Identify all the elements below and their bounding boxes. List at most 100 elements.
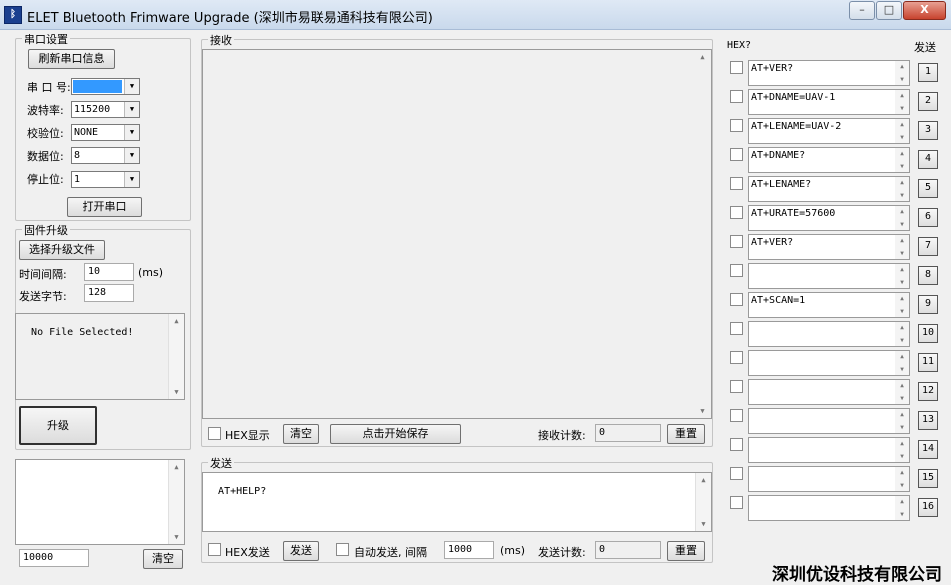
hex-send-checkbox[interactable] (208, 543, 221, 556)
scroll-down-icon[interactable]: ▼ (895, 424, 909, 431)
open-port-button[interactable]: 打开串口 (67, 197, 142, 217)
scroll-up-icon[interactable]: ▲ (696, 473, 711, 487)
scroll-up-icon[interactable]: ▲ (895, 179, 909, 186)
scroll-down-icon[interactable]: ▼ (895, 337, 909, 344)
command-send-button[interactable]: 11 (918, 353, 938, 372)
scroll-down-icon[interactable]: ▼ (895, 76, 909, 83)
command-input[interactable]: ▲ ▼ (748, 321, 910, 347)
command-send-button[interactable]: 9 (918, 295, 938, 314)
scroll-up-icon[interactable]: ▲ (895, 440, 909, 447)
command-scrollbar[interactable]: ▲ ▼ (895, 293, 909, 317)
command-hex-checkbox[interactable] (730, 264, 743, 277)
scroll-down-icon[interactable]: ▼ (695, 404, 710, 418)
command-hex-checkbox[interactable] (730, 351, 743, 364)
command-hex-checkbox[interactable] (730, 380, 743, 393)
command-scrollbar[interactable]: ▲ ▼ (895, 264, 909, 288)
command-scrollbar[interactable]: ▲ ▼ (895, 119, 909, 143)
scroll-down-icon[interactable]: ▼ (895, 250, 909, 257)
scroll-up-icon[interactable]: ▲ (895, 382, 909, 389)
command-hex-checkbox[interactable] (730, 467, 743, 480)
hex-display-checkbox[interactable] (208, 427, 221, 440)
send-text-area[interactable]: AT+HELP? ▲ ▼ (202, 472, 712, 532)
command-scrollbar[interactable]: ▲ ▼ (895, 409, 909, 433)
port-select[interactable]: ▼ (71, 78, 140, 95)
command-send-button[interactable]: 1 (918, 63, 938, 82)
command-hex-checkbox[interactable] (730, 496, 743, 509)
command-scrollbar[interactable]: ▲ ▼ (895, 496, 909, 520)
command-scrollbar[interactable]: ▲ ▼ (895, 148, 909, 172)
command-hex-checkbox[interactable] (730, 61, 743, 74)
scroll-up-icon[interactable]: ▲ (895, 411, 909, 418)
command-hex-checkbox[interactable] (730, 322, 743, 335)
file-status-scrollbar[interactable]: ▲ ▼ (168, 314, 184, 399)
send-scrollbar[interactable]: ▲ ▼ (695, 473, 711, 531)
command-hex-checkbox[interactable] (730, 177, 743, 190)
command-send-button[interactable]: 8 (918, 266, 938, 285)
scroll-up-icon[interactable]: ▲ (895, 92, 909, 99)
close-button[interactable]: X (903, 1, 946, 20)
scroll-up-icon[interactable]: ▲ (695, 50, 710, 64)
scroll-down-icon[interactable]: ▼ (895, 279, 909, 286)
command-send-button[interactable]: 16 (918, 498, 938, 517)
scroll-down-icon[interactable]: ▼ (169, 385, 184, 399)
command-send-button[interactable]: 4 (918, 150, 938, 169)
interval-input[interactable]: 10 (84, 263, 134, 281)
scroll-up-icon[interactable]: ▲ (895, 295, 909, 302)
command-input[interactable]: ▲ ▼ (748, 495, 910, 521)
log-counter-input[interactable]: 10000 (19, 549, 89, 567)
command-scrollbar[interactable]: ▲ ▼ (895, 206, 909, 230)
command-input[interactable]: AT+DNAME=UAV-1 ▲ ▼ (748, 89, 910, 115)
command-scrollbar[interactable]: ▲ ▼ (895, 177, 909, 201)
command-input[interactable]: AT+VER? ▲ ▼ (748, 60, 910, 86)
scroll-down-icon[interactable]: ▼ (895, 163, 909, 170)
scroll-up-icon[interactable]: ▲ (895, 150, 909, 157)
scroll-up-icon[interactable]: ▲ (895, 469, 909, 476)
command-scrollbar[interactable]: ▲ ▼ (895, 61, 909, 85)
command-send-button[interactable]: 12 (918, 382, 938, 401)
command-input[interactable]: ▲ ▼ (748, 408, 910, 434)
scroll-down-icon[interactable]: ▼ (895, 192, 909, 199)
command-scrollbar[interactable]: ▲ ▼ (895, 467, 909, 491)
receive-clear-button[interactable]: 清空 (283, 424, 319, 444)
chevron-down-icon[interactable]: ▼ (124, 172, 139, 187)
minimize-button[interactable]: – (849, 1, 875, 20)
command-input[interactable]: ▲ ▼ (748, 466, 910, 492)
command-scrollbar[interactable]: ▲ ▼ (895, 235, 909, 259)
command-input[interactable]: AT+SCAN=1 ▲ ▼ (748, 292, 910, 318)
scroll-down-icon[interactable]: ▼ (895, 395, 909, 402)
command-send-button[interactable]: 15 (918, 469, 938, 488)
baud-select[interactable]: 115200 ▼ (71, 101, 140, 118)
select-file-button[interactable]: 选择升级文件 (19, 240, 105, 260)
chevron-down-icon[interactable]: ▼ (124, 148, 139, 163)
databits-select[interactable]: 8 ▼ (71, 147, 140, 164)
command-hex-checkbox[interactable] (730, 409, 743, 422)
parity-select[interactable]: NONE ▼ (71, 124, 140, 141)
log-clear-button[interactable]: 清空 (143, 549, 183, 569)
scroll-down-icon[interactable]: ▼ (895, 221, 909, 228)
command-input[interactable]: AT+VER? ▲ ▼ (748, 234, 910, 260)
title-bar[interactable]: ᛒ ELET Bluetooth Frimware Upgrade (深圳市易联… (0, 0, 951, 30)
scroll-down-icon[interactable]: ▼ (895, 453, 909, 460)
command-hex-checkbox[interactable] (730, 206, 743, 219)
scroll-up-icon[interactable]: ▲ (895, 121, 909, 128)
auto-send-checkbox[interactable] (336, 543, 349, 556)
scroll-up-icon[interactable]: ▲ (895, 266, 909, 273)
command-input[interactable]: ▲ ▼ (748, 350, 910, 376)
command-hex-checkbox[interactable] (730, 293, 743, 306)
scroll-down-icon[interactable]: ▼ (895, 511, 909, 518)
command-send-button[interactable]: 5 (918, 179, 938, 198)
command-scrollbar[interactable]: ▲ ▼ (895, 351, 909, 375)
command-send-button[interactable]: 14 (918, 440, 938, 459)
receive-text-area[interactable]: ▲ ▼ (202, 49, 712, 419)
receive-reset-button[interactable]: 重置 (667, 424, 705, 444)
scroll-up-icon[interactable]: ▲ (895, 353, 909, 360)
command-hex-checkbox[interactable] (730, 119, 743, 132)
command-input[interactable]: AT+LENAME? ▲ ▼ (748, 176, 910, 202)
file-status-box[interactable]: No File Selected! ▲ ▼ (15, 313, 185, 400)
scroll-down-icon[interactable]: ▼ (895, 308, 909, 315)
command-input[interactable]: ▲ ▼ (748, 437, 910, 463)
refresh-ports-button[interactable]: 刷新串口信息 (28, 49, 115, 69)
command-scrollbar[interactable]: ▲ ▼ (895, 90, 909, 114)
chevron-down-icon[interactable]: ▼ (124, 125, 139, 140)
command-hex-checkbox[interactable] (730, 235, 743, 248)
